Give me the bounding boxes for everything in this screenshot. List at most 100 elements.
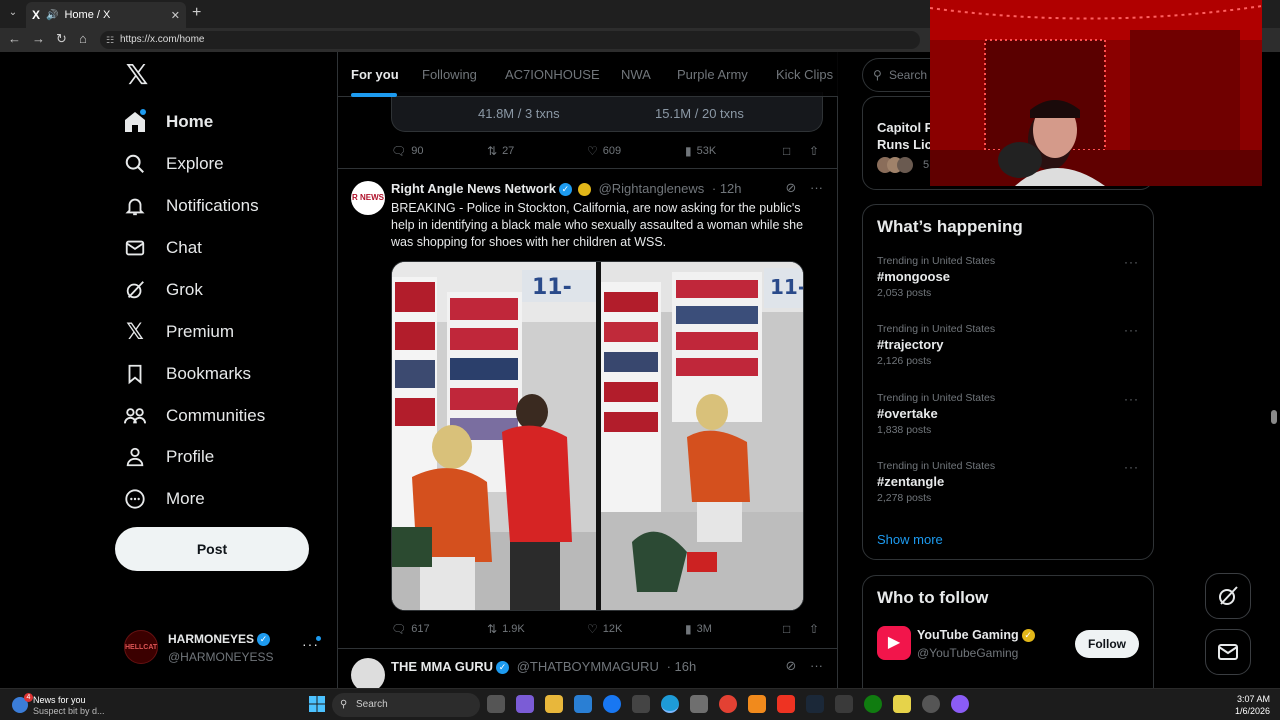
tweet-more-icon[interactable]: ··· (810, 180, 823, 195)
bookmark-button[interactable]: □ (783, 622, 790, 636)
app-icon[interactable] (835, 695, 853, 713)
windows-start-icon[interactable] (308, 695, 326, 713)
youtube-icon[interactable] (777, 695, 795, 713)
xbox-icon[interactable] (864, 695, 882, 713)
sticky-notes-icon[interactable] (893, 695, 911, 713)
like-button[interactable]: ♡ 12K (587, 622, 622, 636)
nav-communities[interactable]: Communities (122, 395, 265, 437)
reply-button[interactable]: 🗨 90 (391, 144, 423, 158)
views-chart-icon: ▮ (685, 622, 692, 636)
taskbar-search[interactable]: ⚲ Search (332, 693, 480, 717)
tweet-time[interactable]: · 12h (712, 181, 742, 196)
chrome-icon[interactable] (719, 695, 737, 713)
copilot-icon[interactable] (516, 695, 534, 713)
repost-button[interactable]: ⇅ 1.9K (487, 622, 525, 636)
app-icon-purple[interactable] (951, 695, 969, 713)
nav-home[interactable]: Home (122, 101, 213, 143)
nav-more[interactable]: More (122, 478, 205, 520)
reload-icon[interactable]: ↻ (56, 31, 67, 47)
tab-list-chevron-icon[interactable]: ⌄ (4, 4, 22, 22)
tweet-author[interactable]: Right Angle News Network (391, 181, 556, 196)
who-to-follow-card: Who to follow ▶ YouTube Gaming ✓ @YouTube… (862, 575, 1154, 688)
tab-purple-army[interactable]: Purple Army (677, 67, 748, 82)
feed-tabs: For you Following AC7IONHOUSE NWA Purple… (338, 52, 838, 97)
trend-more-icon[interactable]: ··· (1124, 255, 1139, 269)
tab-kick-clips[interactable]: Kick Clips (776, 67, 833, 82)
back-arrow-icon[interactable]: ← (8, 31, 21, 46)
news-title: News for you (33, 695, 86, 705)
show-more-link[interactable]: Show more (877, 532, 943, 547)
news-widget[interactable]: 4 News for you Suspect bit by d... (10, 693, 150, 717)
nav-premium[interactable]: 𝕏 Premium (122, 311, 234, 353)
close-tab-icon[interactable]: ✕ (171, 9, 180, 22)
tweet-media-image[interactable]: 11- 11- (391, 261, 804, 611)
account-switcher[interactable]: HELLCAT HARMONEYES ✓ @HARMONEYESS ··· (122, 628, 332, 668)
steam-icon[interactable] (806, 695, 824, 713)
trend-item[interactable]: Trending in United States #overtake 1,83… (877, 392, 1139, 436)
browser-tab-home[interactable]: X 🔊 Home / X ✕ (26, 2, 186, 28)
tab-nwa[interactable]: NWA (621, 67, 651, 82)
nav-grok[interactable]: Grok (122, 269, 203, 311)
trend-item[interactable]: Trending in United States #mongoose 2,05… (877, 255, 1139, 299)
tweet-tools: ⊘ ··· (785, 658, 823, 674)
tab-ac7ionhouse[interactable]: AC7IONHOUSE (505, 67, 600, 82)
edge-icon[interactable] (661, 695, 679, 713)
trend-more-icon[interactable]: ··· (1124, 323, 1139, 337)
vlc-icon[interactable] (748, 695, 766, 713)
x-logo-icon[interactable]: 𝕏 (122, 60, 152, 90)
post-button[interactable]: Post (115, 527, 309, 571)
youtube-gaming-avatar[interactable]: ▶ (877, 626, 911, 660)
trend-more-icon[interactable]: ··· (1124, 460, 1139, 474)
tweet-handle[interactable]: @THATBOYMMAGURU (517, 659, 659, 674)
store-icon[interactable] (574, 695, 592, 713)
audio-playing-icon[interactable]: 🔊 (46, 10, 58, 21)
share-button[interactable]: ⇧ (809, 622, 819, 636)
tweet-handle[interactable]: @Rightanglenews (599, 181, 705, 196)
calculator-icon[interactable] (690, 695, 708, 713)
url-field[interactable]: ☷ https://x.com/home (100, 31, 920, 49)
nav-notifications[interactable]: Notifications (122, 185, 259, 227)
facebook-icon[interactable] (603, 695, 621, 713)
tab-for-you[interactable]: For you (351, 67, 399, 82)
share-button[interactable]: ⇧ (809, 144, 819, 158)
file-explorer-icon[interactable] (545, 695, 563, 713)
live-avatars (877, 157, 917, 175)
previous-tweet-card[interactable]: 41.8M / 3 txns 15.1M / 20 txns (391, 92, 823, 132)
site-info-icon[interactable]: ☷ (106, 31, 114, 49)
amazon-icon[interactable] (632, 695, 650, 713)
obs-icon[interactable] (922, 695, 940, 713)
tweet-author[interactable]: THE MMA GURU (391, 659, 493, 674)
home-page-icon[interactable]: ⌂ (79, 31, 87, 46)
trend-item[interactable]: Trending in United States #trajectory 2,… (877, 323, 1139, 367)
views-button[interactable]: ▮ 53K (685, 144, 716, 158)
grok-fab-button[interactable] (1205, 573, 1251, 619)
grok-icon[interactable]: ⊘ (785, 658, 796, 673)
tweet-time[interactable]: · 16h (667, 659, 697, 674)
new-tab-plus-icon[interactable]: + (192, 4, 201, 22)
reply-button[interactable]: 🗨 617 (391, 622, 430, 636)
nav-profile[interactable]: Profile (122, 436, 214, 478)
follow-button[interactable]: Follow (1075, 630, 1139, 658)
bookmark-button[interactable]: □ (783, 144, 790, 158)
nav-chat[interactable]: Chat (122, 227, 202, 269)
trend-item[interactable]: Trending in United States #zentangle 2,2… (877, 460, 1139, 504)
repost-button[interactable]: ⇅ 27 (487, 144, 514, 158)
search-icon: ⚲ (340, 699, 348, 710)
messages-fab-button[interactable] (1205, 629, 1251, 675)
scrollbar-thumb[interactable] (1271, 410, 1277, 424)
page-scrollbar[interactable] (1270, 54, 1278, 686)
system-clock[interactable]: 3:07 AM 1/6/2026 (1235, 693, 1270, 717)
suggestion-name[interactable]: YouTube Gaming (917, 628, 1019, 642)
nav-explore[interactable]: Explore (122, 143, 224, 185)
forward-arrow-icon[interactable]: → (32, 31, 45, 46)
tweet-avatar[interactable]: R NEWS (351, 181, 385, 215)
task-view-icon[interactable] (487, 695, 505, 713)
like-button[interactable]: ♡ 609 (587, 144, 621, 158)
views-button[interactable]: ▮ 3M (685, 622, 712, 636)
tweet-avatar[interactable] (351, 658, 385, 688)
tweet-more-icon[interactable]: ··· (810, 658, 823, 673)
trend-more-icon[interactable]: ··· (1124, 392, 1139, 406)
grok-icon[interactable]: ⊘ (785, 180, 796, 195)
nav-bookmarks[interactable]: Bookmarks (122, 353, 251, 395)
tab-following[interactable]: Following (422, 67, 477, 82)
